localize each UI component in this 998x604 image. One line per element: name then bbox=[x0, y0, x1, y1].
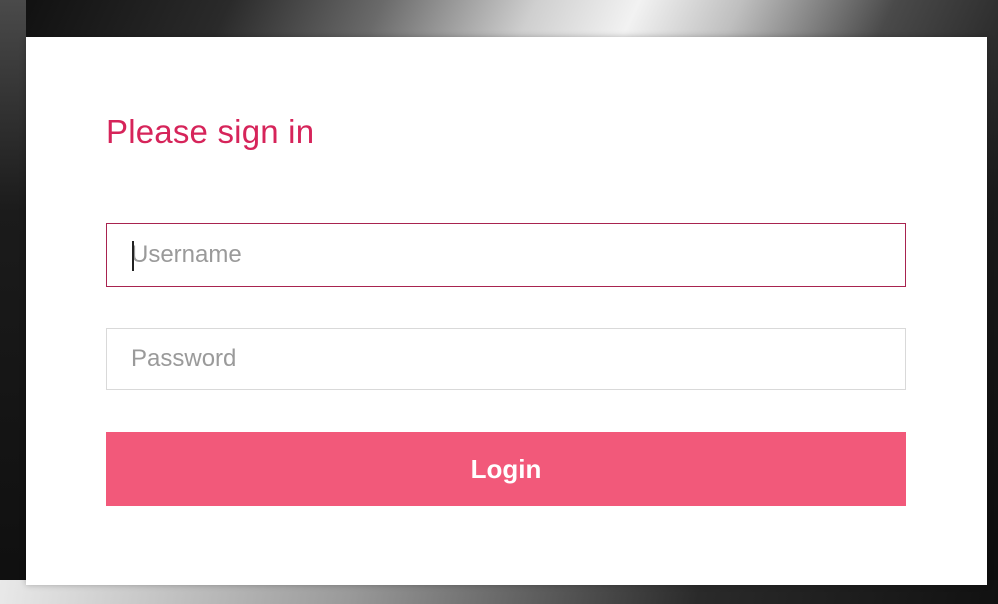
login-button[interactable]: Login bbox=[106, 432, 906, 506]
password-field[interactable] bbox=[106, 328, 906, 390]
username-field[interactable] bbox=[106, 223, 906, 287]
page-title: Please sign in bbox=[106, 113, 315, 150]
login-card: Please sign in Login bbox=[26, 37, 987, 585]
background-left-edge bbox=[0, 0, 26, 604]
password-input[interactable] bbox=[107, 329, 905, 389]
username-input[interactable] bbox=[107, 224, 905, 286]
text-cursor bbox=[132, 241, 134, 271]
